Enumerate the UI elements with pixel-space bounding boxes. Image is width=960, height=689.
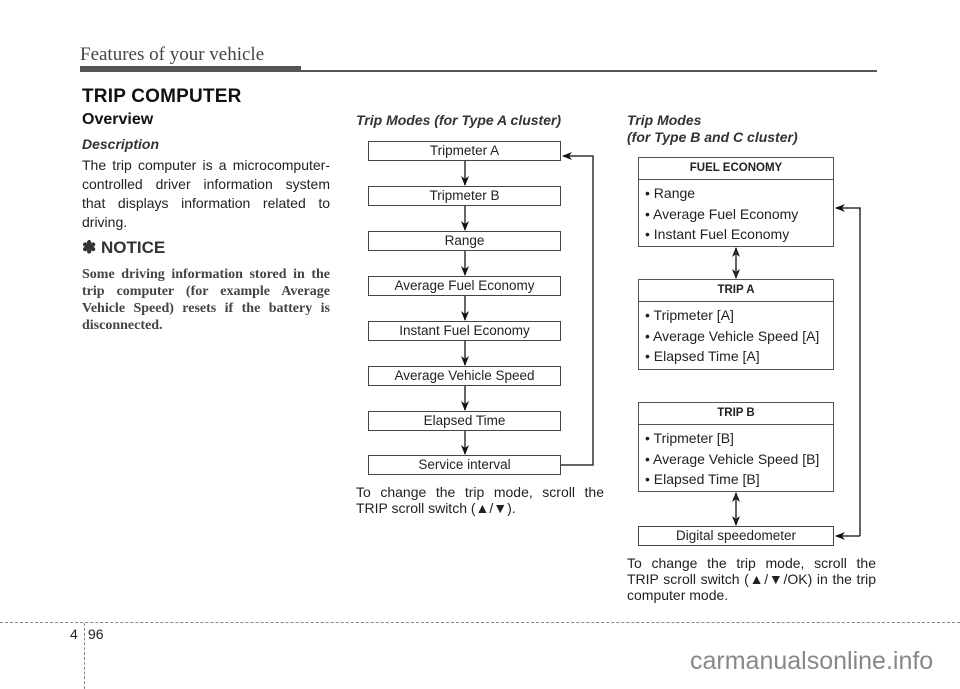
- watermark: carmanualsonline.info: [690, 647, 934, 675]
- flow-arrows: [461, 152, 861, 540]
- footer-rule: [0, 622, 960, 623]
- page-number: 96: [88, 626, 104, 642]
- loop-back-arrow: [561, 152, 594, 466]
- chapter-number: 4: [70, 626, 78, 642]
- footer-divider: [84, 623, 85, 689]
- bc-loop-arrow-top: [835, 204, 861, 212]
